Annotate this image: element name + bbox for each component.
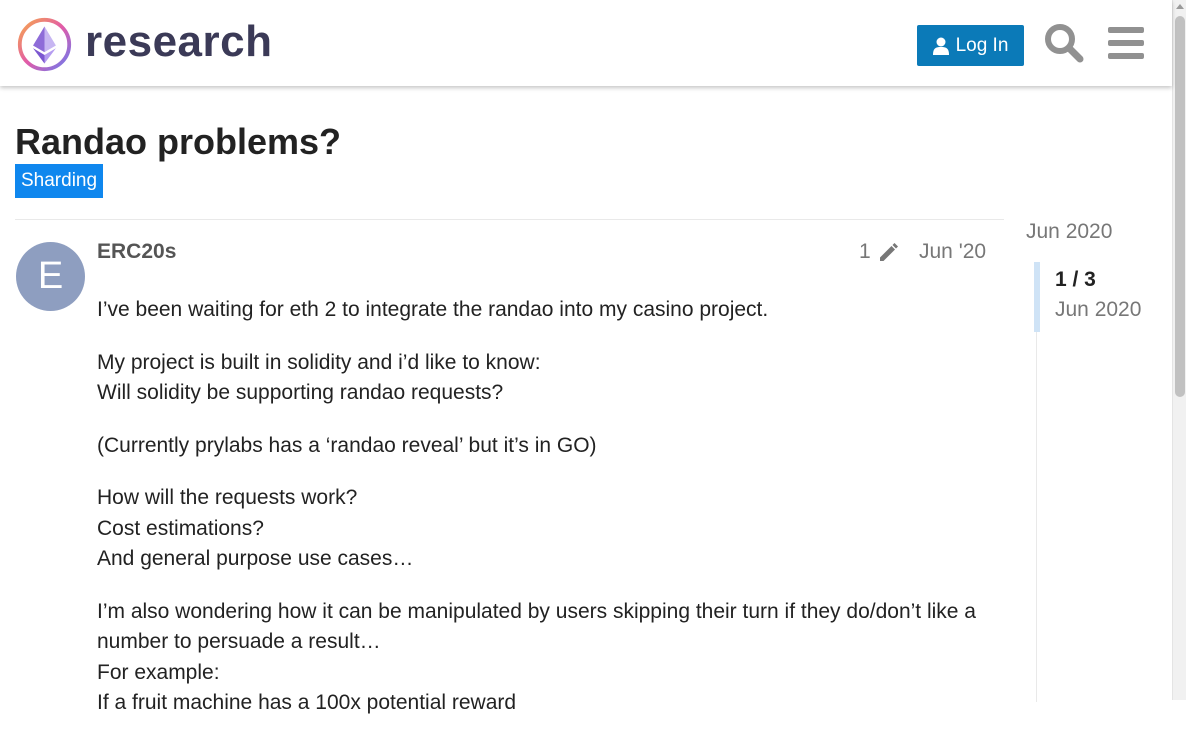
edit-count: 1 (859, 240, 871, 263)
timeline-start-date[interactable]: Jun 2020 (1026, 220, 1112, 244)
post-line: Will solidity be supporting randao reque… (97, 381, 504, 404)
post-line: Cost estimations? (97, 516, 264, 540)
divider (15, 219, 1004, 220)
post-paragraph: My project is built in solidity and i’d … (97, 348, 977, 409)
post-line: (Currently prylabs has a ‘randao reveal’… (97, 433, 597, 457)
hamburger-menu-icon[interactable] (1105, 22, 1147, 64)
post-line: I’m also wondering how it can be manipul… (97, 599, 976, 654)
topic-title[interactable]: Randao problems? (15, 120, 341, 164)
post-paragraph: How will the requests work? Cost estimat… (97, 483, 977, 575)
post-username[interactable]: ERC20s (97, 240, 176, 264)
post-line: How will the requests work? (97, 486, 358, 509)
ethereum-diamond-logo-icon (17, 17, 72, 71)
timeline-position: 1 / 3 (1055, 268, 1096, 291)
post-paragraph: I’m also wondering how it can be manipul… (97, 597, 977, 719)
avatar[interactable]: E (16, 242, 85, 311)
site-name: research (85, 17, 273, 66)
edit-history-button[interactable]: 1 (859, 240, 901, 264)
timeline-handle[interactable] (1034, 262, 1040, 332)
post-line: For example: (97, 660, 220, 684)
login-button[interactable]: Log In (917, 25, 1024, 66)
scrollbar-thumb[interactable] (1175, 16, 1185, 397)
post-body: I’ve been waiting for eth 2 to integrate… (97, 295, 977, 741)
page-scrollbar[interactable] (1172, 0, 1186, 700)
login-label: Log In (955, 34, 1009, 56)
site-logo[interactable]: research (16, 14, 272, 74)
post-paragraph: I’ve been waiting for eth 2 to integrate… (97, 295, 977, 326)
post-line: And general purpose use cases… (97, 547, 414, 570)
user-icon (932, 37, 949, 55)
post-paragraph: (Currently prylabs has a ‘randao reveal’… (97, 431, 977, 462)
pencil-icon (879, 243, 898, 261)
post-line: If a fruit machine has a 100x potential … (97, 691, 517, 714)
post-line: I’ve been waiting for eth 2 to integrate… (97, 298, 769, 321)
category-badge[interactable]: Sharding (15, 164, 104, 198)
avatar-letter: E (37, 255, 64, 297)
post-line: My project is built in solidity and i’d … (97, 350, 541, 374)
post-date[interactable]: Jun '20 (919, 240, 986, 264)
site-header: research Log In (0, 0, 1172, 86)
search-icon[interactable] (1043, 22, 1085, 64)
scroll-up-arrow-icon[interactable] (1176, 4, 1184, 9)
timeline-position-date: Jun 2020 (1055, 298, 1142, 321)
